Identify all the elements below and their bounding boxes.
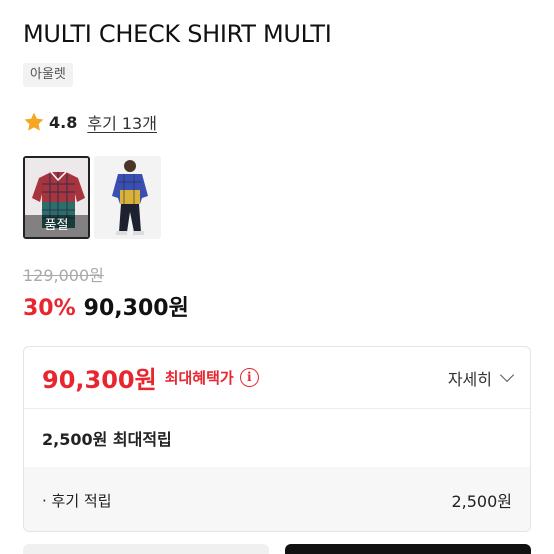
sale-price: 90,300원 [83, 296, 189, 321]
product-thumbnails: 품절 [23, 156, 161, 239]
detail-toggle-button[interactable]: 자세히 [447, 366, 515, 390]
review-count-link[interactable]: 후기 13개 [87, 110, 157, 134]
review-points-amount: 2,500원 [451, 492, 512, 511]
model-image [94, 156, 161, 239]
benefit-header: 90,300원 최대혜택가 i 자세히 [24, 347, 530, 409]
soldout-badge: 품절 [25, 215, 88, 237]
original-price: 129,000원 [23, 266, 104, 285]
star-icon [24, 112, 44, 131]
best-benefit-price: 90,300원 [42, 366, 157, 394]
product-title: MULTI CHECK SHIRT MULTI [23, 20, 332, 48]
max-points-row: 2,500원 최대적립 [42, 430, 172, 449]
best-benefit-label: 최대혜택가 [164, 369, 234, 387]
detail-toggle-label: 자세히 [447, 369, 492, 389]
outlet-tag: 아울렛 [23, 63, 73, 87]
sale-price-row: 30% 90,300원 [23, 290, 189, 322]
truncated-header-text [24, 0, 29, 6]
benefit-box: 90,300원 최대혜택가 i 자세히 2,500원 최대적립 · 후기 적립 … [23, 346, 531, 532]
rating-value: 4.8 [49, 112, 78, 132]
primary-action-button[interactable] [285, 544, 531, 554]
secondary-action-button[interactable] [23, 544, 269, 554]
chevron-down-icon [499, 367, 515, 383]
rating-row: 4.8 후기 13개 [23, 110, 157, 134]
review-points-label: · 후기 적립 [42, 491, 112, 510]
discount-rate: 30% [23, 296, 76, 321]
thumbnail-shirt[interactable]: 품절 [23, 156, 90, 239]
thumbnail-model[interactable] [94, 156, 161, 239]
info-icon[interactable]: i [239, 368, 259, 387]
review-points-row: · 후기 적립 2,500원 [24, 467, 530, 531]
